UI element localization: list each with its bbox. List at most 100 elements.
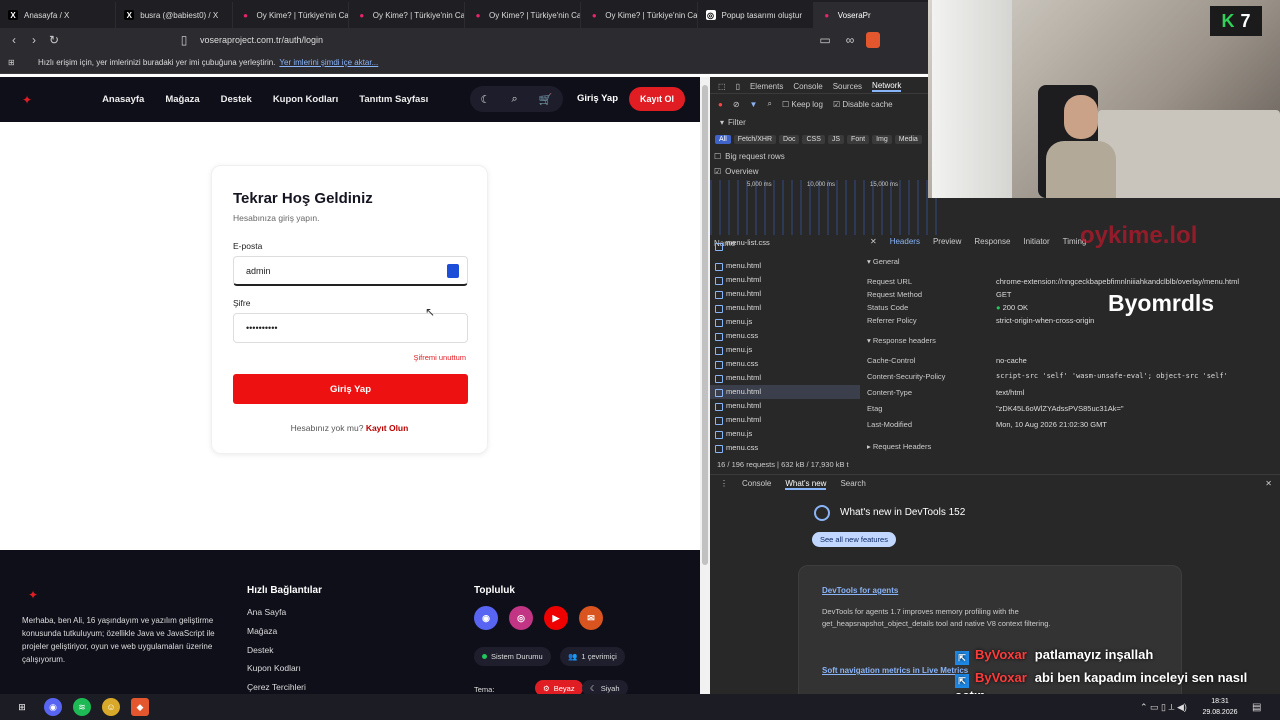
request-row[interactable]: menu.html xyxy=(710,413,860,427)
search-icon[interactable]: ⌕ xyxy=(767,99,771,109)
type-js[interactable]: JS xyxy=(827,134,845,144)
footer-link-coupons[interactable]: Kupon Kodları xyxy=(247,663,301,673)
discord-icon[interactable]: ◉ xyxy=(474,606,498,630)
url-field[interactable]: voseraproject.com.tr/auth/login xyxy=(200,32,810,48)
type-all[interactable]: All xyxy=(715,134,731,144)
clear-icon[interactable]: ⊘ xyxy=(733,100,740,109)
devtools-tab-elements[interactable]: Elements xyxy=(750,82,783,91)
browser-tab[interactable]: ● Oy Kime? | Türkiye'nin Ca xyxy=(233,2,349,28)
nav-support[interactable]: Destek xyxy=(221,94,252,105)
instagram-icon[interactable]: ◎ xyxy=(509,606,533,630)
tray-icons[interactable]: ⌃ ▭ ▯ ⟂ ◀) xyxy=(1140,702,1187,713)
see-all-features-button[interactable]: See all new features xyxy=(812,532,896,547)
type-css[interactable]: CSS xyxy=(802,134,825,144)
type-media[interactable]: Media xyxy=(894,134,922,144)
nav-promo[interactable]: Tanıtım Sayfası xyxy=(359,94,428,105)
youtube-icon[interactable]: ▶ xyxy=(544,606,568,630)
network-overview-timeline[interactable]: 5,000 ms 10,000 ms 15,000 ms xyxy=(710,180,940,235)
request-row[interactable]: menu.css xyxy=(710,329,860,343)
close-icon[interactable]: ✕ xyxy=(870,237,877,246)
devtools-tab-network[interactable]: Network xyxy=(872,81,902,92)
type-fetch[interactable]: Fetch/XHR xyxy=(733,134,777,144)
record-icon[interactable]: ● xyxy=(718,100,723,109)
request-row[interactable]: menu.html xyxy=(710,301,860,315)
drawer-tab-console[interactable]: Console xyxy=(742,479,771,490)
filter-input[interactable]: Filter xyxy=(728,118,746,127)
bookmark-icon[interactable]: ▯ xyxy=(174,33,194,47)
type-doc[interactable]: Doc xyxy=(779,134,800,144)
browser-tab[interactable]: Xbusra (@babiest0) / X xyxy=(116,2,233,28)
inspect-icon[interactable]: ⬚ xyxy=(718,82,726,91)
keep-log-checkbox[interactable]: ☐ Keep log xyxy=(782,100,823,109)
request-row[interactable]: menu.html xyxy=(710,259,860,273)
browser-tab[interactable]: ● Oy Kime? | Türkiye'nin Ca xyxy=(349,2,465,28)
cart-icon[interactable]: 🛒 xyxy=(539,93,553,106)
drawer-tab-whats-new[interactable]: What's new xyxy=(785,479,827,490)
app-icon[interactable]: ☺ xyxy=(102,698,120,716)
devtools-tab-console[interactable]: Console xyxy=(793,82,822,91)
device-icon[interactable]: ▯ xyxy=(736,82,740,91)
email-field[interactable]: admin xyxy=(233,256,468,286)
moon-icon[interactable]: ☾ xyxy=(481,93,491,106)
login-submit-button[interactable]: Giriş Yap xyxy=(233,374,468,404)
request-row[interactable]: menu.js xyxy=(710,343,860,357)
forgot-password-link[interactable]: Şifremi unuttum xyxy=(413,353,466,362)
brave-shield-icon[interactable] xyxy=(866,32,880,48)
site-logo[interactable]: ✦ xyxy=(22,93,32,107)
devtools-tab-sources[interactable]: Sources xyxy=(833,82,862,91)
request-row[interactable]: menu.html xyxy=(710,287,860,301)
brave-icon[interactable]: ◆ xyxy=(131,698,149,716)
close-drawer-icon[interactable]: ✕ xyxy=(1265,479,1272,488)
request-row[interactable]: menu.js xyxy=(710,315,860,329)
notification-icon[interactable]: ▤ xyxy=(1252,702,1261,713)
detail-tab-response[interactable]: Response xyxy=(974,237,1010,246)
mail-icon[interactable]: ✉ xyxy=(579,606,603,630)
screen-icon[interactable]: ▭ xyxy=(815,33,835,47)
browser-tab[interactable]: ◎ Popup tasarımı oluştur xyxy=(698,2,814,28)
spotify-icon[interactable]: ≋ xyxy=(73,698,91,716)
clock[interactable]: 18:31 29.08.2026 xyxy=(1200,696,1240,718)
footer-link-cookies[interactable]: Çerez Tercihleri xyxy=(247,682,306,692)
request-row[interactable]: menu.css xyxy=(710,357,860,371)
request-row[interactable]: menu.html xyxy=(710,371,860,385)
filter-icon[interactable]: ▼ xyxy=(750,100,758,109)
response-headers-section[interactable]: ▾ Response headers xyxy=(867,336,936,345)
request-headers-section[interactable]: ▸ Request Headers xyxy=(867,442,931,451)
request-row[interactable]: menu.html xyxy=(710,273,860,287)
system-status-pill[interactable]: Sistem Durumu xyxy=(474,647,551,666)
back-icon[interactable]: ‹ xyxy=(4,33,24,47)
request-row[interactable]: menu.html xyxy=(710,399,860,413)
nav-register-button[interactable]: Kayıt Ol xyxy=(629,87,685,111)
footer-link-home[interactable]: Ana Sayfa xyxy=(247,607,286,617)
drawer-tab-search[interactable]: Search xyxy=(840,479,865,490)
request-row[interactable]: menu.js xyxy=(710,427,860,441)
nav-home[interactable]: Anasayfa xyxy=(102,94,144,105)
soft-nav-link[interactable]: Soft navigation metrics in Live Metrics xyxy=(822,666,968,675)
page-scrollbar[interactable] xyxy=(700,77,710,694)
general-section[interactable]: ▾ General xyxy=(867,257,900,266)
browser-tab[interactable]: ● Oy Kime? | Türkiye'nin Ca xyxy=(465,2,582,28)
disable-cache-checkbox[interactable]: ☑ Disable cache xyxy=(833,100,893,109)
import-bookmarks-link[interactable]: Yer imlerini şimdi içe aktar... xyxy=(279,58,378,67)
request-row[interactable]: menu-list.css xyxy=(710,239,860,251)
browser-tab[interactable]: ● VoseraPr xyxy=(813,2,930,28)
scrollbar-thumb[interactable] xyxy=(702,85,708,565)
apps-icon[interactable]: ⊞ xyxy=(8,58,15,67)
windows-start-icon[interactable]: ⊞ xyxy=(11,698,33,716)
browser-tab[interactable]: ● Oy Kime? | Türkiye'nin Ca xyxy=(581,2,698,28)
footer-link-support[interactable]: Destek xyxy=(247,645,273,655)
discord-taskbar-icon[interactable]: ◉ xyxy=(44,698,62,716)
signup-link[interactable]: Kayıt Olun xyxy=(366,423,409,433)
forward-icon[interactable]: › xyxy=(24,33,44,47)
request-row[interactable]: menu.css xyxy=(710,441,860,455)
detail-tab-preview[interactable]: Preview xyxy=(933,237,961,246)
nav-login-link[interactable]: Giriş Yap xyxy=(577,93,618,104)
drawer-menu-icon[interactable]: ⋮ xyxy=(720,479,728,490)
reader-icon[interactable]: ∞ xyxy=(840,33,860,47)
browser-tab[interactable]: X Anasayfa / X xyxy=(0,2,117,28)
nav-store[interactable]: Mağaza xyxy=(165,94,199,105)
nav-coupons[interactable]: Kupon Kodları xyxy=(273,94,338,105)
type-img[interactable]: Img xyxy=(872,134,892,144)
detail-tab-headers[interactable]: Headers xyxy=(890,237,920,246)
search-icon[interactable]: ⌕ xyxy=(511,93,517,106)
